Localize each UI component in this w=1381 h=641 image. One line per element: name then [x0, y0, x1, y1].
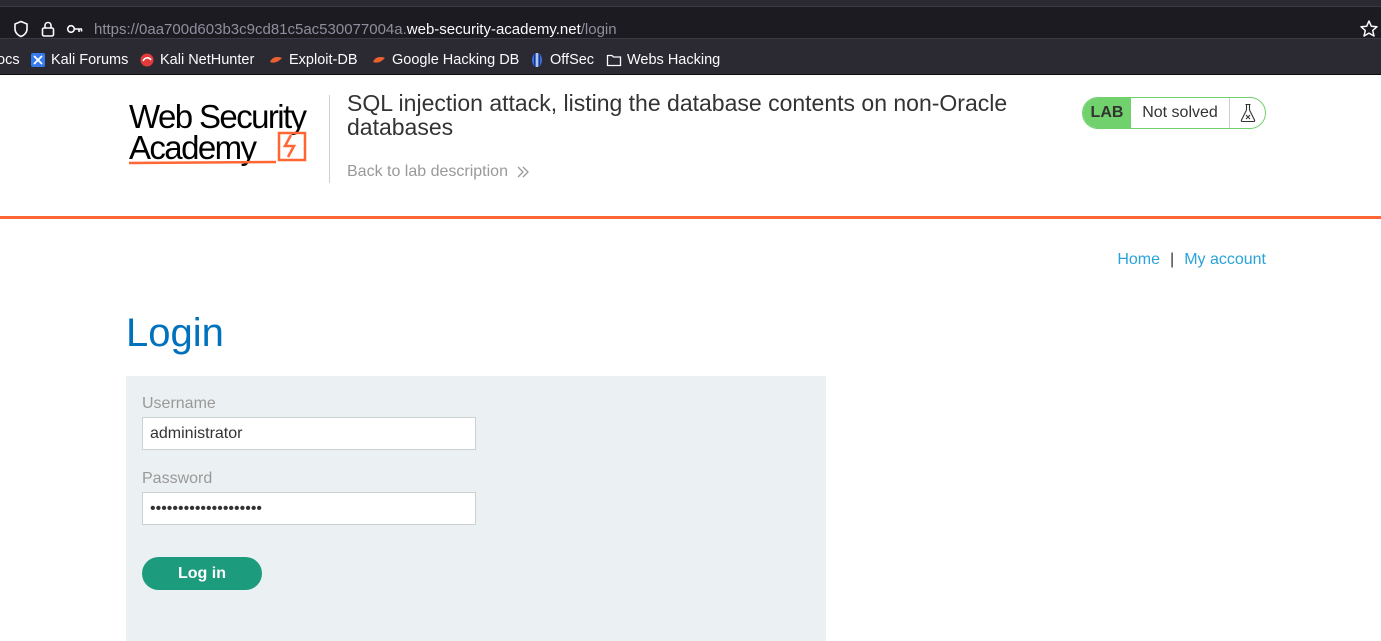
bookmark-docs[interactable]: ocs [0, 50, 20, 70]
url-text[interactable]: https://0aa700d603b3c9cd81c5ac530077004a… [94, 21, 617, 38]
back-link-label[interactable]: Back to lab description [347, 163, 508, 181]
lab-status-label: Not solved [1131, 98, 1230, 128]
lock-icon[interactable] [39, 20, 57, 38]
back-to-lab-description-link[interactable]: Back to lab description [347, 163, 530, 181]
bookmark-kali-forums[interactable]: Kali Forums [30, 50, 128, 70]
lab-badge: LAB [1083, 98, 1131, 128]
folder-icon [606, 54, 622, 67]
web-security-academy-logo[interactable]: Web Security Academy [128, 95, 328, 169]
web-page: Web Security Academy SQL injection attac… [0, 75, 1381, 641]
username-input[interactable] [142, 417, 476, 450]
login-form: Username Password Log in [126, 376, 826, 641]
url-bar[interactable]: https://0aa700d603b3c9cd81c5ac530077004a… [0, 6, 1381, 39]
lab-status-widget: LAB Not solved [1082, 97, 1266, 129]
page-title: Login [126, 311, 224, 355]
ghdb-icon [373, 57, 385, 63]
login-button[interactable]: Log in [142, 557, 262, 590]
bookmark-folder-webs-hacking[interactable]: Webs Hacking [606, 50, 720, 70]
top-navigation: Home | My account [1117, 251, 1266, 269]
bookmarks-toolbar: ocs Kali Forums Kali NetHunter Exploit-D… [0, 44, 1381, 75]
shield-icon[interactable] [12, 20, 30, 38]
lab-title: SQL injection attack, listing the databa… [347, 90, 1008, 140]
exploit-db-icon [270, 57, 282, 63]
double-chevron-right-icon [517, 166, 529, 178]
home-link[interactable]: Home [1117, 251, 1160, 269]
kali-nethunter-icon [140, 53, 154, 67]
nav-separator: | [1170, 251, 1175, 268]
bookmark-exploit-db[interactable]: Exploit-DB [268, 50, 358, 70]
username-label: Username [142, 395, 216, 412]
bookmark-google-hacking-db[interactable]: Google Hacking DB [371, 50, 519, 70]
svg-text:Academy: Academy [129, 129, 257, 166]
kali-forums-icon [31, 53, 45, 67]
key-icon[interactable] [66, 20, 84, 38]
bookmark-kali-nethunter[interactable]: Kali NetHunter [139, 50, 254, 70]
browser-toolbar: https://0aa700d603b3c9cd81c5ac530077004a… [0, 0, 1381, 44]
offsec-icon [532, 53, 542, 67]
my-account-link[interactable]: My account [1184, 251, 1266, 269]
logo-divider [329, 95, 330, 183]
flask-icon [1230, 98, 1265, 128]
lab-header: Web Security Academy SQL injection attac… [0, 75, 1381, 219]
password-input[interactable] [142, 492, 476, 525]
bookmark-star-icon[interactable] [1359, 19, 1379, 39]
bookmark-offsec[interactable]: OffSec [529, 50, 594, 70]
password-label: Password [142, 470, 213, 487]
